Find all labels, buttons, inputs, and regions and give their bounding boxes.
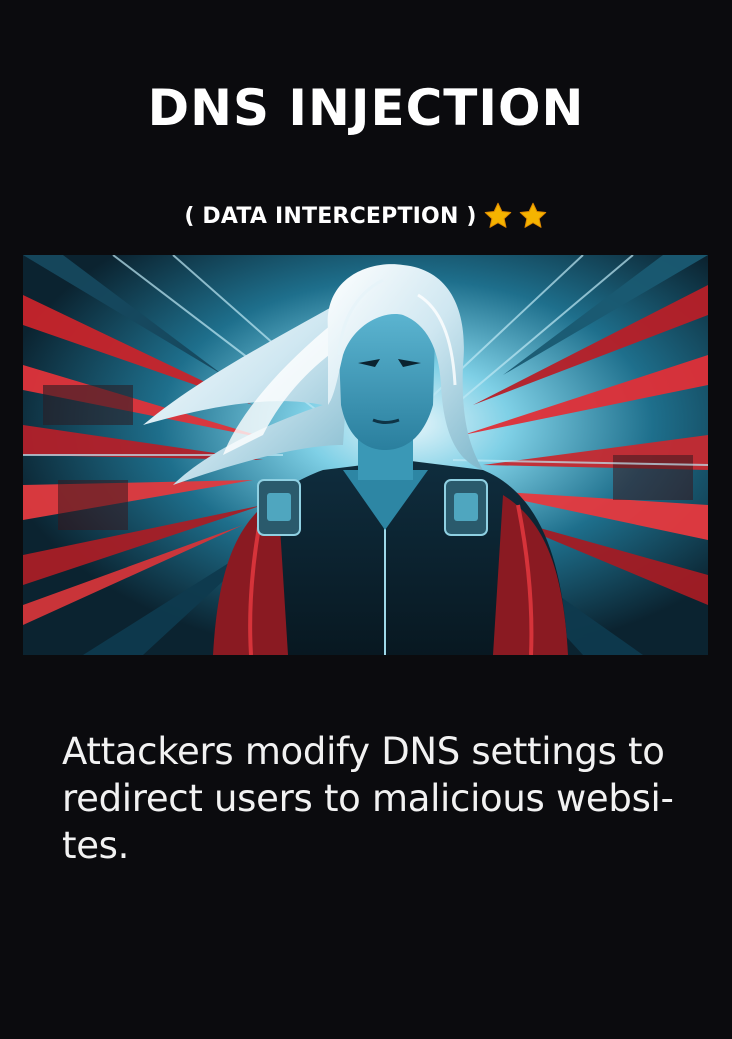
- hero-illustration: [23, 255, 708, 655]
- star-icon: [484, 202, 511, 228]
- card-description: Attackers modify DNS settings to redirec…: [62, 730, 674, 867]
- star-icon: [519, 202, 546, 228]
- subtitle-row: ( DATA INTERCEPTION ): [0, 198, 732, 234]
- card-subtitle: ( DATA INTERCEPTION ): [184, 203, 477, 229]
- hacker-illustration: [23, 255, 708, 655]
- card-title: DNS INJECTION: [147, 79, 585, 137]
- rating: [483, 201, 548, 231]
